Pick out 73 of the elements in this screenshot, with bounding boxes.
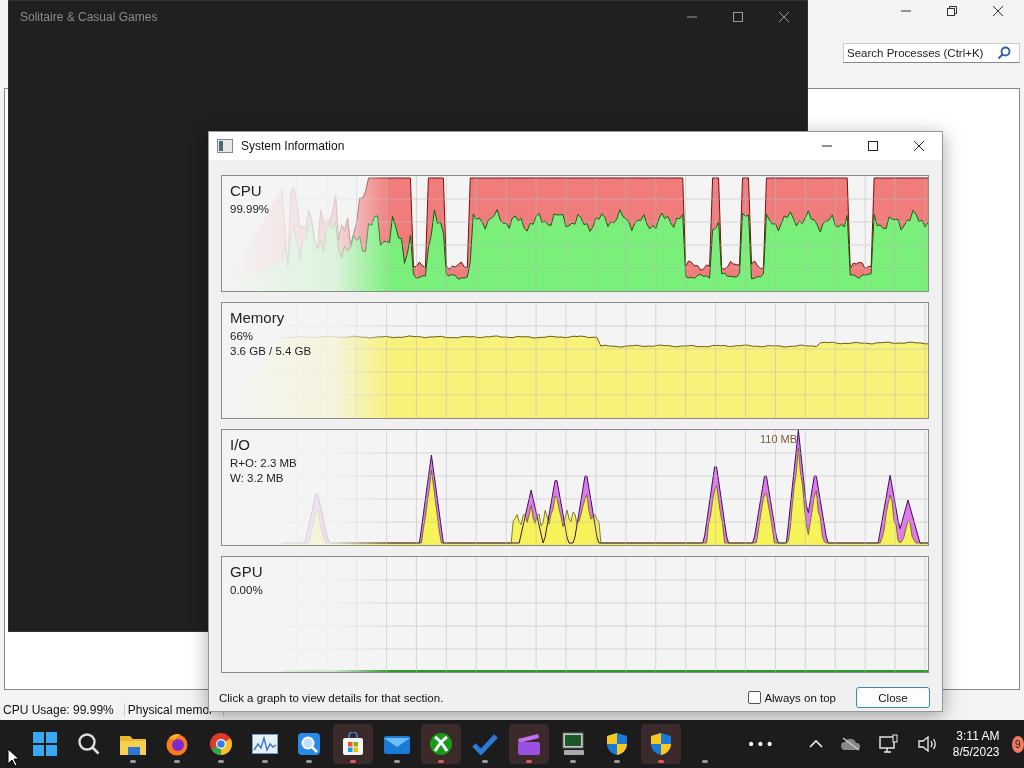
notification-badge[interactable]: 9 [1011, 735, 1024, 753]
folder-icon [120, 733, 146, 755]
xbox-icon [429, 732, 453, 756]
status-text: CPU Usage: 99.99% [0, 703, 125, 717]
magnifier-icon [297, 732, 321, 756]
computer-icon [560, 732, 586, 756]
close-icon[interactable] [913, 140, 925, 152]
windows-logo-icon [33, 732, 57, 756]
graph-reading: 0.00% [230, 583, 263, 598]
search-icon[interactable] [997, 46, 1011, 60]
graph-reading: 3.6 GB / 5.4 GB [230, 344, 312, 359]
network-icon[interactable] [878, 734, 899, 754]
checkmark-icon [472, 733, 498, 755]
browser-circle-icon [209, 732, 233, 756]
peak-label: 110 MB [760, 433, 798, 445]
running-indicator [702, 760, 708, 763]
window-title: System Information [241, 139, 345, 153]
running-indicator [438, 760, 444, 763]
mouse-pointer-icon [7, 748, 19, 767]
running-indicator [526, 760, 532, 763]
taskbar-button[interactable] [333, 724, 373, 764]
performance-chart-icon [252, 734, 278, 754]
graph-reading: W: 3.2 MB [230, 471, 285, 486]
running-indicator [306, 760, 312, 763]
volume-icon[interactable] [916, 735, 937, 753]
graph-panel[interactable]: Memory 66% 3.6 GB / 5.4 GB [221, 302, 929, 419]
graph-panel[interactable]: GPU 0.00% [221, 556, 929, 673]
mail-icon [384, 734, 410, 754]
close-icon[interactable] [778, 11, 790, 23]
search-icon [77, 732, 101, 756]
more-button[interactable]: ••• [747, 736, 775, 752]
restore-icon[interactable] [946, 5, 958, 17]
search-field[interactable]: Search Processes (Ctrl+K) [843, 43, 1020, 63]
graph-reading: 99.99% [230, 202, 269, 217]
taskbar-button[interactable] [421, 724, 461, 764]
running-indicator [614, 760, 620, 763]
graph-reading: R+O: 2.3 MB [230, 456, 297, 471]
clock-date: 8/5/2023 [952, 744, 1000, 760]
maximize-icon[interactable] [867, 140, 879, 152]
window-icon [217, 139, 233, 153]
checkbox-label[interactable]: Always on top [764, 691, 836, 704]
graph-panel[interactable]: I/O R+O: 2.3 MB W: 3.2 MB 110 MB [221, 429, 929, 546]
running-indicator [658, 760, 664, 763]
running-indicator [350, 760, 356, 763]
running-indicator [130, 760, 136, 763]
running-indicator [570, 760, 576, 763]
checkbox[interactable] [748, 691, 762, 704]
clock-time: 3:11 AM [956, 728, 1000, 744]
graph-title: CPU [230, 182, 263, 199]
maximize-icon[interactable] [732, 11, 744, 23]
running-indicator [262, 760, 268, 763]
window-title: Solitaire & Casual Games [20, 10, 158, 24]
hint-text: Click a graph to view details for that section. [219, 691, 445, 704]
graph-panel[interactable]: CPU 99.99% [221, 175, 929, 292]
shield-icon [606, 732, 628, 756]
browser-fox-icon [165, 732, 189, 756]
running-indicator [482, 760, 488, 763]
graph-title: I/O [230, 436, 251, 453]
graph-reading: 66% [230, 329, 255, 344]
running-indicator [218, 760, 224, 763]
graph-title: Memory [230, 309, 286, 326]
store-bag-icon [341, 732, 365, 756]
close-button[interactable]: Close [856, 687, 930, 708]
graph-title: GPU [230, 563, 263, 580]
running-indicator [174, 760, 180, 763]
taskbar-button[interactable] [641, 724, 681, 764]
cloud-offline-icon[interactable] [840, 737, 861, 751]
shield-icon [650, 732, 672, 756]
chevron-up-icon[interactable] [808, 739, 823, 749]
running-indicator [394, 760, 400, 763]
clapperboard-icon [516, 733, 542, 755]
close-icon[interactable] [992, 5, 1004, 17]
clock[interactable]: 3:11 AM 8/5/2023 [952, 728, 1000, 760]
